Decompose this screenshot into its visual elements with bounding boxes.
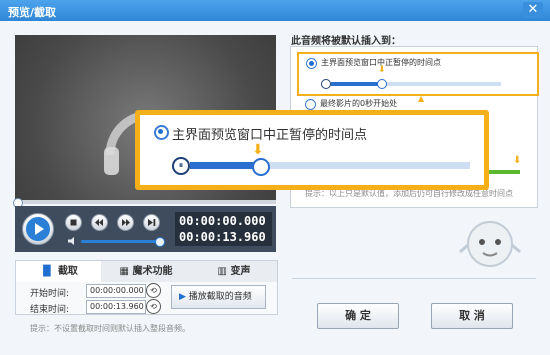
option1-radio[interactable]: [306, 58, 317, 69]
ok-button[interactable]: 确 定: [317, 303, 399, 329]
start-time-input[interactable]: 00:00:00.000: [86, 284, 146, 298]
option1-highlight[interactable]: 主界面预览窗口中正暂停的时间点 ⬇: [297, 52, 539, 96]
option1-marker-icon: ⬇: [378, 65, 386, 75]
option2-marker-icon: ⬇: [513, 155, 522, 166]
total-time: 00:00:13.960: [179, 230, 266, 244]
play-small-icon: ▶: [179, 292, 186, 302]
callout-timeline-handle: [252, 158, 270, 176]
time-display: 00:00:00.000 00:00:13.960: [175, 212, 272, 246]
tab-magic-label: 魔术功能: [132, 266, 173, 277]
rewind-icon: [95, 219, 103, 226]
callout-label: 主界面预览窗口中正暂停的时间点: [172, 128, 368, 143]
cut-hint: 提示：不设置截取时间则默认插入整段音频。: [30, 324, 190, 333]
play-cut-audio-button[interactable]: ▶ 播放截取的音频: [171, 285, 266, 309]
volume-handle[interactable]: [155, 237, 165, 247]
option2-label: 最终影片的0秒开始处: [320, 99, 398, 108]
end-time-set-icon[interactable]: ⟲: [146, 299, 161, 314]
fast-forward-button[interactable]: [117, 214, 134, 231]
callout-timeline: [190, 162, 470, 169]
option1-zoom-callout: 主界面预览窗口中正暂停的时间点 ⬇ ⏸: [135, 110, 489, 190]
option1-pause-icon[interactable]: [321, 79, 331, 89]
end-time-label: 结束时间:: [30, 305, 70, 315]
next-icon: [148, 219, 156, 226]
window-title: 预览/截取: [8, 6, 57, 19]
magic-tab-icon: ▦: [119, 266, 129, 277]
stop-button[interactable]: [65, 214, 82, 231]
cancel-button[interactable]: 取 消: [431, 303, 513, 329]
play-icon: [26, 217, 50, 241]
play-cut-audio-label: 播放截取的音频: [188, 292, 252, 302]
option2-radio[interactable]: [305, 99, 316, 110]
start-time-label: 开始时间:: [30, 289, 70, 299]
divider: [292, 278, 536, 279]
mascot-illustration: [459, 221, 521, 267]
start-time-set-icon[interactable]: ⟲: [146, 283, 161, 298]
option1-timeline[interactable]: [331, 82, 501, 86]
callout-radio: [154, 125, 169, 140]
next-button[interactable]: [143, 214, 160, 231]
rewind-button[interactable]: [91, 214, 108, 231]
callout-marker-icon: ⬇: [252, 142, 264, 158]
play-button[interactable]: [22, 213, 54, 245]
volume-icon[interactable]: [67, 236, 77, 246]
tab-voice-label: 变声: [230, 266, 251, 277]
current-time: 00:00:00.000: [179, 214, 266, 228]
tab-cut[interactable]: ▐▌ 截取: [16, 261, 101, 283]
expand-arrow-icon: ▲: [418, 94, 425, 103]
volume-slider[interactable]: [81, 240, 159, 243]
option1-timeline-handle[interactable]: [377, 79, 387, 89]
end-time-input[interactable]: 00:00:13.960: [86, 300, 146, 314]
cut-tab-icon: ▐▌: [39, 266, 55, 277]
insert-heading: 此音频将被默认插入到：: [291, 36, 401, 47]
close-button[interactable]: ✕: [523, 2, 543, 18]
tab-cut-label: 截取: [57, 266, 78, 277]
tab-voice[interactable]: ▥ 变声: [191, 261, 277, 283]
fast-forward-icon: [122, 219, 130, 226]
voice-tab-icon: ▥: [217, 266, 227, 277]
tab-bar: ▐▌ 截取 ▦ 魔术功能 ▥ 变声: [15, 260, 278, 284]
title-bar: 预览/截取 ✕: [0, 0, 550, 21]
stop-icon: [70, 219, 77, 226]
tab-magic[interactable]: ▦ 魔术功能: [102, 261, 190, 283]
callout-pause-icon: ⏸: [172, 157, 190, 175]
